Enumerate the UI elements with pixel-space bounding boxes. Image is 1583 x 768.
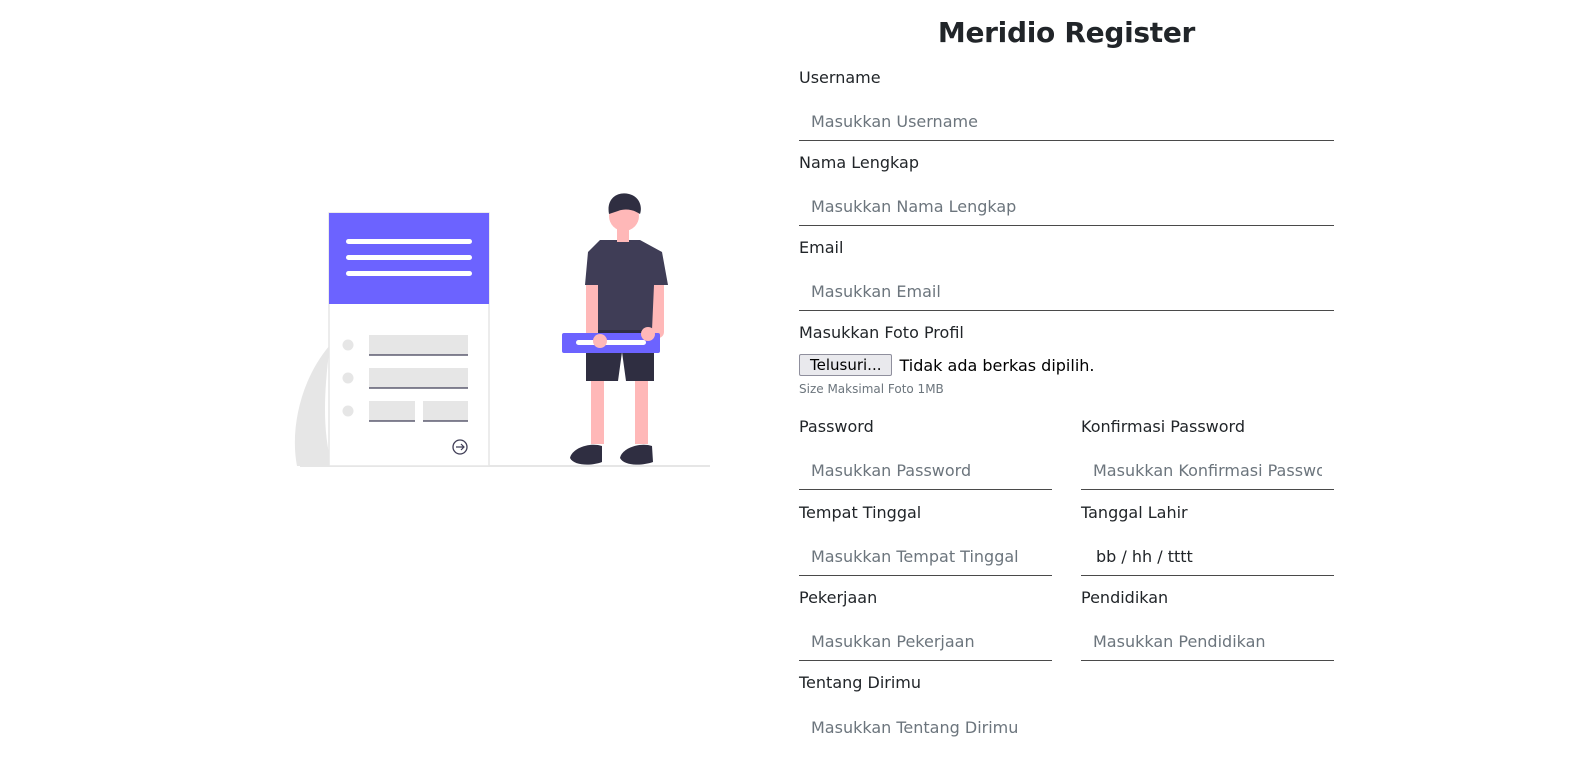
file-status: Tidak ada berkas dipilih. (899, 355, 1095, 375)
fullname-group: Nama Lengkap (799, 152, 1334, 226)
residence-label: Tempat Tinggal (799, 503, 922, 522)
email-label: Email (799, 238, 844, 257)
leaf-shape (294, 345, 332, 466)
photo-group: Masukkan Foto Profil Telusuri... Tidak a… (799, 322, 1334, 396)
job-group: Pekerjaan (799, 587, 1052, 661)
username-label: Username (799, 68, 881, 87)
education-label: Pendidikan (1081, 588, 1169, 607)
browse-button[interactable]: Telusuri... (799, 354, 893, 376)
photo-size-hint: Size Maksimal Foto 1MB (799, 382, 944, 396)
about-label: Tentang Dirimu (799, 673, 922, 692)
email-group: Email (799, 237, 1334, 311)
register-illustration (0, 0, 780, 768)
confirm-password-group: Konfirmasi Password (1081, 416, 1334, 490)
residence-group: Tempat Tinggal (799, 502, 1052, 576)
job-label: Pekerjaan (799, 588, 878, 607)
residence-input[interactable] (799, 538, 1052, 576)
password-label: Password (799, 417, 874, 436)
email-input[interactable] (799, 273, 1334, 311)
fullname-input[interactable] (799, 188, 1334, 226)
password-input[interactable] (799, 452, 1052, 490)
page-title: Meridio Register (937, 16, 1196, 49)
education-input[interactable] (1081, 623, 1334, 661)
confirm-password-input[interactable] (1081, 452, 1334, 490)
username-group: Username (799, 67, 1334, 141)
birthdate-group: Tanggal Lahir bb / hh / tttt (1081, 502, 1334, 576)
file-picker: Telusuri... Tidak ada berkas dipilih. (799, 354, 1334, 376)
fullname-label: Nama Lengkap (799, 153, 919, 172)
username-input[interactable] (799, 103, 1334, 141)
confirm-password-label: Konfirmasi Password (1081, 417, 1245, 436)
register-illustration-svg (294, 193, 710, 467)
about-group: Tentang Dirimu (799, 672, 1334, 746)
birthdate-label: Tanggal Lahir (1081, 503, 1188, 522)
password-group: Password (799, 416, 1052, 490)
birthdate-input[interactable]: bb / hh / tttt (1081, 538, 1334, 576)
about-input[interactable] (799, 708, 1334, 746)
photo-label: Masukkan Foto Profil (799, 323, 964, 342)
education-group: Pendidikan (1081, 587, 1334, 661)
job-input[interactable] (799, 623, 1052, 661)
